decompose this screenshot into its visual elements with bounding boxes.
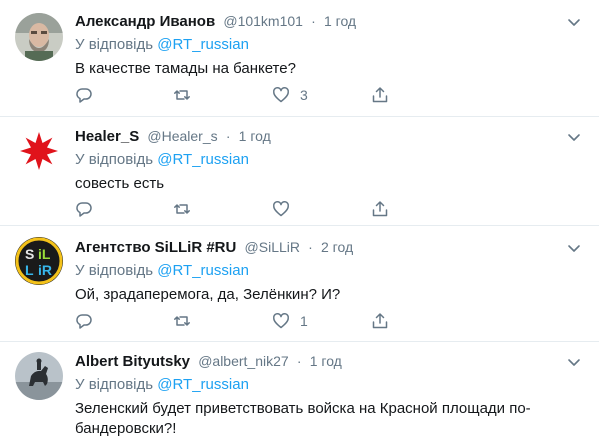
reply-context: У відповідь @RT_russian xyxy=(75,375,587,395)
user-handle[interactable]: @albert_nik27 xyxy=(198,353,289,369)
like-count: 3 xyxy=(300,87,308,103)
svg-text:S: S xyxy=(25,246,34,262)
tweet-content: Александр Иванов @101km101 · 1 год У від… xyxy=(75,11,587,79)
display-name[interactable]: Healer_S xyxy=(75,128,139,145)
separator-dot: · xyxy=(296,353,302,369)
svg-text:L: L xyxy=(25,262,34,278)
timestamp[interactable]: 2 год xyxy=(321,239,353,255)
display-name[interactable]: Александр Иванов xyxy=(75,13,215,30)
avatar[interactable]: S iL L iR xyxy=(15,237,63,285)
reply-prefix: У відповідь xyxy=(75,36,154,53)
share-icon xyxy=(372,87,388,103)
reply-button[interactable] xyxy=(75,311,103,331)
share-button[interactable] xyxy=(371,311,389,331)
tweet-content: Healer_S @Healer_s · 1 год У відповідь @… xyxy=(75,126,587,194)
red-star-avatar-icon xyxy=(20,132,58,170)
user-handle[interactable]: @Healer_s xyxy=(147,128,217,144)
reply-icon xyxy=(76,202,92,217)
tweet-item[interactable]: Александр Иванов @101km101 · 1 год У від… xyxy=(0,0,599,117)
mention-link[interactable]: @RT_russian xyxy=(157,376,249,393)
reply-button[interactable] xyxy=(75,199,103,219)
like-count: 1 xyxy=(300,313,308,329)
display-name[interactable]: Агентство SiLLiR #RU xyxy=(75,239,236,256)
retweet-button[interactable] xyxy=(173,311,201,331)
heart-icon xyxy=(273,87,289,103)
equestrian-statue-photo-avatar-icon xyxy=(15,352,63,400)
heart-icon xyxy=(273,313,289,329)
separator-dot: · xyxy=(225,128,231,144)
retweet-button[interactable] xyxy=(173,199,201,219)
share-button[interactable] xyxy=(371,199,389,219)
tweet-text: Ой, зрадаперемога, да, Зелёнкин? И? xyxy=(75,286,341,303)
display-name[interactable]: Albert Bityutsky xyxy=(75,353,190,370)
svg-text:iR: iR xyxy=(38,262,52,278)
separator-dot: · xyxy=(311,13,316,29)
tweet-actions xyxy=(75,199,405,219)
svg-text:iL: iL xyxy=(38,246,51,262)
reply-prefix: У відповідь xyxy=(75,376,154,393)
tweet-header: Albert Bityutsky @albert_nik27 · 1 год xyxy=(75,351,587,371)
separator-dot: · xyxy=(308,239,313,255)
reply-context: У відповідь @RT_russian xyxy=(75,35,587,55)
tweet-item[interactable]: S iL L iR Агентство SiLLiR #RU @SiLLiR ·… xyxy=(0,226,599,342)
tweet-content: Albert Bityutsky @albert_nik27 · 1 год У… xyxy=(75,351,587,437)
retweet-icon xyxy=(174,316,190,326)
chevron-down-icon[interactable] xyxy=(565,353,583,371)
reply-icon xyxy=(76,314,92,329)
mention-link[interactable]: @RT_russian xyxy=(157,151,249,168)
timestamp[interactable]: 1 год xyxy=(324,13,356,29)
bearded-man-photo-avatar-icon xyxy=(15,13,63,61)
reply-button[interactable] xyxy=(75,85,103,105)
share-button[interactable] xyxy=(371,85,389,105)
mention-link[interactable]: @RT_russian xyxy=(157,36,249,53)
user-handle[interactable]: @SiLLiR xyxy=(245,239,300,255)
tweet-text: Зеленский будет приветствовать войска на… xyxy=(75,400,531,437)
timestamp[interactable]: 1 год xyxy=(310,353,342,369)
retweet-button[interactable] xyxy=(173,85,201,105)
retweet-icon xyxy=(174,204,190,214)
tweet-header: Агентство SiLLiR #RU @SiLLiR · 2 год xyxy=(75,237,587,257)
like-button[interactable] xyxy=(272,199,300,219)
reply-feed: Александр Иванов @101km101 · 1 год У від… xyxy=(0,0,599,437)
chevron-down-icon[interactable] xyxy=(565,128,583,146)
like-button[interactable]: 3 xyxy=(272,85,308,105)
tweet-text: совесть есть xyxy=(75,175,165,192)
tweet-header: Александр Иванов @101km101 · 1 год xyxy=(75,11,587,31)
like-button[interactable]: 1 xyxy=(272,311,308,331)
mention-link[interactable]: @RT_russian xyxy=(157,262,249,279)
retweet-icon xyxy=(174,90,190,100)
reply-context: У відповідь @RT_russian xyxy=(75,261,587,281)
tweet-item[interactable]: Albert Bityutsky @albert_nik27 · 1 год У… xyxy=(0,342,599,437)
avatar[interactable] xyxy=(15,13,63,61)
reply-prefix: У відповідь xyxy=(75,151,154,168)
timestamp[interactable]: 1 год xyxy=(239,128,271,144)
reply-icon xyxy=(76,88,92,103)
tweet-item[interactable]: Healer_S @Healer_s · 1 год У відповідь @… xyxy=(0,117,599,226)
avatar[interactable] xyxy=(15,352,63,400)
share-icon xyxy=(372,201,388,217)
reply-context: У відповідь @RT_russian xyxy=(75,150,587,170)
reply-prefix: У відповідь xyxy=(75,262,154,279)
user-handle[interactable]: @101km101 xyxy=(223,13,303,29)
tweet-header: Healer_S @Healer_s · 1 год xyxy=(75,126,587,146)
tweet-text: В качестве тамады на банкете? xyxy=(75,60,296,77)
tweet-actions: 1 xyxy=(75,311,405,331)
share-icon xyxy=(372,313,388,329)
sillir-logo-avatar-icon: S iL L iR xyxy=(15,237,63,285)
tweet-content: Агентство SiLLiR #RU @SiLLiR · 2 год У в… xyxy=(75,237,587,305)
avatar[interactable] xyxy=(15,127,63,175)
chevron-down-icon[interactable] xyxy=(565,239,583,257)
tweet-actions: 3 xyxy=(75,85,405,105)
heart-icon xyxy=(273,201,289,217)
chevron-down-icon[interactable] xyxy=(565,13,583,31)
